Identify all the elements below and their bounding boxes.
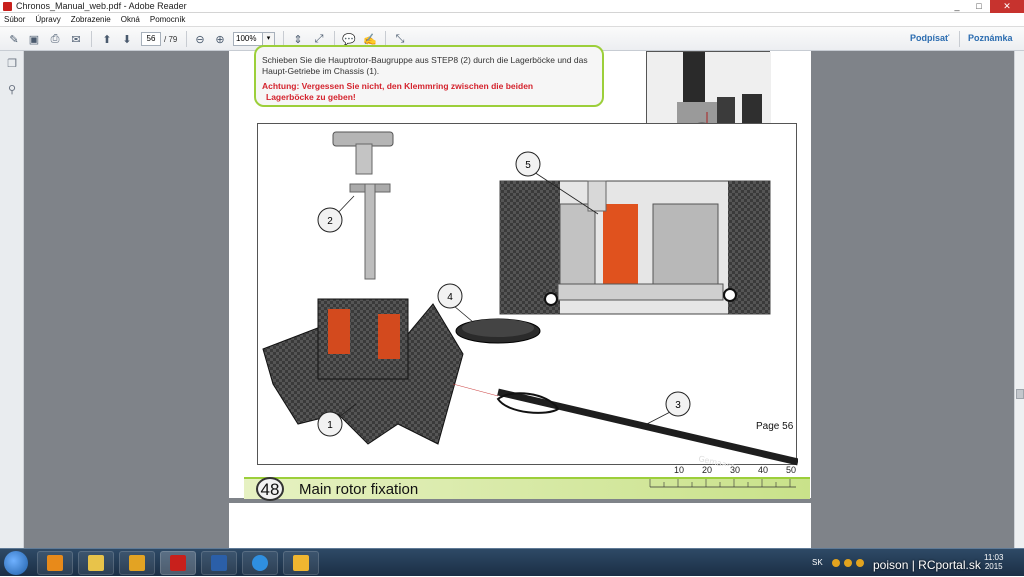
zoom-level-input[interactable]: 100%: [233, 32, 263, 46]
email-icon[interactable]: ✉: [68, 31, 84, 47]
clock-date: 2015: [984, 562, 1003, 571]
callout-1: 1: [327, 420, 333, 431]
scale-ruler: 10 20 30 40 50: [648, 465, 798, 499]
zoom-dropdown-icon[interactable]: ▾: [263, 32, 275, 46]
tray-icon[interactable]: [844, 559, 852, 567]
zoom-out-icon[interactable]: ⊖: [192, 31, 208, 47]
word-icon: [211, 555, 227, 571]
start-button[interactable]: [4, 551, 28, 575]
menu-window[interactable]: Okná: [121, 13, 140, 26]
page-thumbnails-icon[interactable]: ❐: [5, 57, 19, 71]
acrobat-button[interactable]: [160, 551, 196, 575]
callout-5: 5: [525, 160, 531, 171]
outlook-button[interactable]: [119, 551, 155, 575]
callout-2: 2: [327, 216, 333, 227]
instruction-box: Schieben Sie die Hauptrotor-Baugruppe au…: [254, 45, 604, 107]
close-button[interactable]: ✕: [990, 0, 1024, 13]
assembly-illustration: Gemaass 1 2 3 4 5: [257, 123, 799, 471]
window-title: Chronos_Manual_web.pdf - Adobe Reader: [16, 1, 187, 11]
page-number-input[interactable]: 56: [141, 32, 161, 46]
callout-4: 4: [447, 292, 453, 303]
warning-text-line1: Achtung: Vergessen Sie nicht, den Klemmr…: [262, 81, 534, 91]
internet-explorer-button[interactable]: [242, 551, 278, 575]
create-pdf-icon[interactable]: ✎: [6, 31, 22, 47]
warning-text-line2: Lagerböcke zu geben!: [266, 92, 356, 102]
ruler-tick-40: 40: [758, 465, 769, 475]
ruler-tick-50: 50: [786, 465, 797, 475]
print-icon[interactable]: ⎙: [47, 31, 63, 47]
zoom-in-icon[interactable]: ⊕: [212, 31, 228, 47]
save-icon[interactable]: ▣: [26, 31, 42, 47]
word-button[interactable]: [201, 551, 237, 575]
step-number: 48: [256, 477, 284, 501]
taskbar: SK 11:03 2015: [0, 548, 1024, 576]
page-label: Page 56: [756, 421, 794, 432]
instruction-text: Schieben Sie die Hauptrotor-Baugruppe au…: [262, 55, 588, 76]
minimize-button[interactable]: _: [946, 0, 968, 13]
media-player-button[interactable]: [37, 551, 73, 575]
sign-button[interactable]: Podpísať: [910, 33, 949, 43]
navigation-panel: ❐ ⚲: [0, 51, 24, 548]
vertical-scrollbar[interactable]: [1014, 51, 1024, 548]
menu-help[interactable]: Pomocník: [150, 13, 186, 26]
tray-icon[interactable]: [832, 559, 840, 567]
step-title: Main rotor fixation: [299, 481, 419, 498]
explorer-button[interactable]: [78, 551, 114, 575]
toolbar-divider: [959, 31, 960, 47]
title-bar: Chronos_Manual_web.pdf - Adobe Reader _ …: [0, 0, 1024, 13]
watermark-text: poison | RCportal.sk: [873, 558, 981, 572]
outlook-icon: [129, 555, 145, 571]
menu-edit[interactable]: Úpravy: [35, 13, 60, 26]
ruler-tick-30: 30: [730, 465, 741, 475]
ruler-tick-10: 10: [674, 465, 685, 475]
media-player-icon: [47, 555, 63, 571]
paint-button[interactable]: [283, 551, 319, 575]
folder-icon: [88, 555, 104, 571]
callout-3: 3: [675, 400, 681, 411]
helicopter-frame-diagram: Gemaass 1 2 3 4 5: [262, 131, 799, 471]
attachments-icon[interactable]: ⚲: [5, 83, 19, 97]
comment-button[interactable]: Poznámka: [968, 33, 1013, 43]
tray-icon[interactable]: [856, 559, 864, 567]
menu-file[interactable]: Súbor: [4, 13, 25, 26]
toolbar-divider: [186, 31, 187, 47]
window-controls: _ □ ✕: [946, 0, 1024, 13]
maximize-button[interactable]: □: [968, 0, 990, 13]
ruler-tick-20: 20: [702, 465, 713, 475]
pdf-next-page: [229, 503, 811, 548]
scrollbar-thumb[interactable]: [1016, 389, 1024, 399]
acrobat-icon: [170, 555, 186, 571]
ruler-graphic: [649, 479, 796, 488]
next-page-icon[interactable]: ⬇: [119, 31, 135, 47]
page-total: / 79: [164, 35, 178, 44]
language-indicator[interactable]: SK: [812, 558, 823, 567]
clock[interactable]: 11:03 2015: [984, 553, 1003, 571]
clock-time: 11:03: [984, 553, 1004, 562]
paint-icon: [293, 555, 309, 571]
internet-explorer-icon: [252, 555, 268, 571]
previous-page-icon[interactable]: ⬆: [99, 31, 115, 47]
menu-view[interactable]: Zobrazenie: [71, 13, 111, 26]
adobe-reader-icon: [3, 2, 12, 11]
menu-bar: Súbor Úpravy Zobrazenie Okná Pomocník: [0, 13, 1024, 27]
toolbar-divider: [91, 31, 92, 47]
